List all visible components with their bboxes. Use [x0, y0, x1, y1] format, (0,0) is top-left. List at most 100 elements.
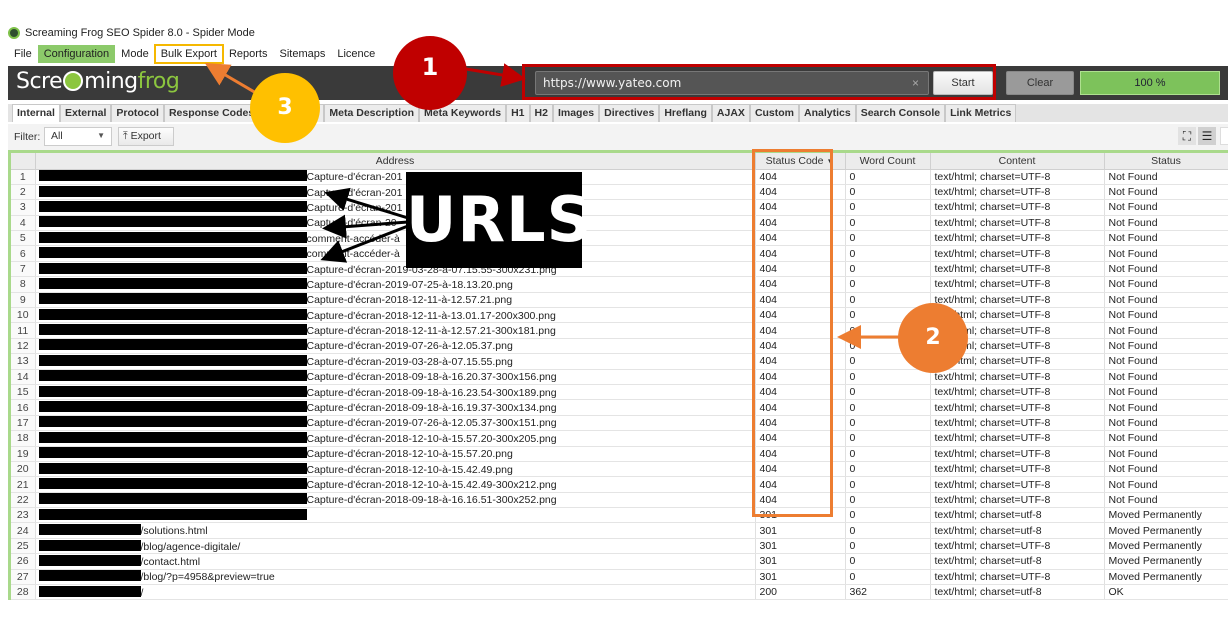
export-button[interactable]: ⤒ Export	[118, 127, 174, 146]
cell-word-count: 0	[845, 522, 931, 539]
clear-url-icon[interactable]: ×	[912, 76, 919, 90]
url-input[interactable]: https://www.yateo.com	[535, 71, 929, 95]
tab-analytics[interactable]: Analytics	[799, 104, 856, 122]
cell-content: text/html; charset=UTF-8	[930, 184, 1105, 201]
col-header-content[interactable]: Content	[930, 153, 1105, 170]
cell-word-count: 0	[845, 215, 931, 232]
table-row[interactable]: 2 Capture-d'écran-201 404 0 text/html; chars…	[11, 184, 1228, 201]
cell-address-text: Capture-d'écran-2019-07-25-à-18.13.20.pn…	[306, 278, 513, 291]
tree-view-icon[interactable]: ⛶	[1178, 127, 1196, 145]
cell-status: Moved Permanently	[1104, 569, 1228, 586]
tab-h2[interactable]: H2	[529, 104, 553, 122]
menu-file[interactable]: File	[8, 45, 38, 63]
tab-images[interactable]: Images	[552, 104, 600, 122]
col-header-status[interactable]: Status	[1104, 153, 1228, 170]
table-row[interactable]: 10 Capture-d'écran-2018-12-11-à-13.01.17-…	[11, 307, 1228, 324]
cell-status: Not Found	[1104, 415, 1228, 432]
logo-text-right: frog	[137, 69, 180, 94]
table-row[interactable]: 9 Capture-d'écran-2018-12-11-à-12.57.21.p…	[11, 292, 1228, 309]
tab-internal[interactable]: Internal	[12, 104, 60, 122]
table-row[interactable]: 21 Capture-d'écran-2018-12-10-à-15.42.49-…	[11, 476, 1228, 493]
table-row[interactable]: 20 Capture-d'écran-2018-12-10-à-15.42.49.…	[11, 461, 1228, 478]
cell-word-count: 0	[845, 446, 931, 462]
menu-reports[interactable]: Reports	[223, 45, 274, 63]
table-row[interactable]: 28 / 200 362 text/html; charset=utf-8 OK	[11, 584, 1228, 601]
tab-h1[interactable]: H1	[506, 104, 530, 122]
filter-toolbar: Filter: All ▼ ⤒ Export ⛶ ☰	[8, 124, 1228, 150]
cell-content: text/html; charset=UTF-8	[930, 538, 1105, 555]
cell-status: Not Found	[1104, 353, 1228, 370]
redacted-url-prefix	[38, 231, 307, 243]
table-row[interactable]: 5 comment-accéder-à 404 0 text/html; charset…	[11, 230, 1228, 247]
tab-link-metrics[interactable]: Link Metrics	[945, 104, 1017, 122]
redacted-url-prefix	[38, 277, 307, 289]
tab-external[interactable]: External	[59, 104, 112, 122]
cell-word-count: 0	[845, 230, 931, 247]
table-row[interactable]: 14 Capture-d'écran-2018-09-18-à-16.20.37-…	[11, 369, 1228, 385]
redacted-url-prefix	[38, 447, 307, 459]
table-row[interactable]: 13 Capture-d'écran-2019-03-28-à-07.15.55.…	[11, 353, 1228, 370]
table-row[interactable]: 1 Capture-d'écran-201 404 0 text/html; chars…	[11, 169, 1228, 185]
cell-status: Not Found	[1104, 476, 1228, 493]
row-index: 20	[11, 461, 36, 478]
menu-bar: File Configuration Mode Bulk Export Repo…	[8, 44, 381, 64]
start-button[interactable]: Start	[933, 71, 993, 95]
filter-label: Filter:	[14, 131, 41, 143]
col-header-word-count[interactable]: Word Count	[845, 153, 931, 170]
table-row[interactable]: 11 Capture-d'écran-2018-12-11-à-12.57.21-…	[11, 322, 1228, 339]
table-row[interactable]: 17 Capture-d'écran-2019-07-26-à-12.05.37-…	[11, 415, 1228, 432]
table-row[interactable]: 6 comment-accéder-à 404 0 text/html; charset…	[11, 245, 1228, 262]
redacted-url-prefix	[38, 462, 307, 474]
table-row[interactable]: 25/blog/agence-digitale/301 0 text/html; c…	[11, 538, 1228, 555]
table-row[interactable]: 3 Capture-d'écran-201 404 0 text/html; chars…	[11, 199, 1228, 216]
table-row[interactable]: 16 Capture-d'écran-2018-09-18-à-16.19.37-…	[11, 399, 1228, 416]
table-row[interactable]: 4 Capture-d'écran-20 404 0 text/html; charse…	[11, 215, 1228, 232]
table-row[interactable]: 18 Capture-d'écran-2018-12-10-à-15.57.20-…	[11, 430, 1228, 447]
tab-search-console[interactable]: Search Console	[855, 104, 946, 122]
tab-ajax[interactable]: AJAX	[711, 104, 750, 122]
cell-address: Capture-d'écran-2018-09-18-à-16.19.37-30…	[35, 399, 756, 416]
redacted-url-prefix	[38, 170, 307, 182]
filter-dropdown[interactable]: All ▼	[44, 127, 112, 146]
table-row[interactable]: 12 Capture-d'écran-2019-07-26-à-12.05.37.…	[11, 338, 1228, 355]
table-row[interactable]: 23 301 0 text/html; charset=utf-8 Moved Perm…	[11, 507, 1228, 524]
row-index: 3	[11, 199, 36, 216]
table-row[interactable]: 26/contact.html 301 0 text/html; charset=ut…	[11, 553, 1228, 570]
menu-licence[interactable]: Licence	[331, 45, 381, 63]
clear-button[interactable]: Clear	[1006, 71, 1074, 95]
row-index: 4	[11, 215, 36, 232]
table-row[interactable]: 22 Capture-d'écran-2018-09-18-à-16.16.51-…	[11, 492, 1228, 509]
menu-configuration[interactable]: Configuration	[37, 45, 116, 63]
tab-response-codes[interactable]: Response Codes	[163, 104, 260, 122]
search-input[interactable]	[1220, 127, 1228, 145]
tab-meta-description[interactable]: Meta Description	[324, 104, 420, 122]
table-row[interactable]: 15 Capture-d'écran-2018-09-18-à-16.23.54-…	[11, 384, 1228, 401]
col-header-address[interactable]: Address	[35, 153, 756, 170]
logo-text-left: Scre	[16, 69, 63, 94]
table-row[interactable]: 24/solutions.html 301 0 text/html; charset=…	[11, 522, 1228, 539]
table-row[interactable]: 8 Capture-d'écran-2019-07-25-à-18.13.20.p…	[11, 276, 1228, 293]
list-view-icon[interactable]: ☰	[1198, 127, 1216, 145]
cell-content: text/html; charset=UTF-8	[930, 276, 1105, 293]
cell-content: text/html; charset=UTF-8	[930, 446, 1105, 462]
tab-directives[interactable]: Directives	[599, 104, 660, 122]
cell-word-count: 0	[845, 553, 931, 570]
redacted-url-prefix	[38, 308, 307, 320]
cell-address-text: comment-accéder-à	[306, 248, 400, 261]
redacted-url-prefix	[38, 493, 307, 505]
tab-hreflang[interactable]: Hreflang	[659, 104, 712, 122]
tab-custom[interactable]: Custom	[749, 104, 800, 122]
redacted-url-prefix	[38, 385, 307, 397]
table-row[interactable]: 19 Capture-d'écran-2018-12-10-à-15.57.20.…	[11, 446, 1228, 462]
cell-content: text/html; charset=UTF-8	[930, 476, 1105, 493]
table-row[interactable]: 7 Capture-d'écran-2019-03-28-à-07.15.55-3…	[11, 261, 1228, 278]
menu-sitemaps[interactable]: Sitemaps	[273, 45, 331, 63]
tab-protocol[interactable]: Protocol	[111, 104, 164, 122]
cell-content: text/html; charset=UTF-8	[930, 569, 1105, 586]
table-row[interactable]: 27/blog/?p=4958&preview=true 301 0 text/htm…	[11, 569, 1228, 586]
cell-status: Moved Permanently	[1104, 507, 1228, 524]
cell-status: Not Found	[1104, 446, 1228, 462]
menu-bulk-export[interactable]: Bulk Export	[153, 44, 224, 64]
cell-address: Capture-d'écran-2018-12-10-à-15.42.49.pn…	[35, 461, 756, 478]
menu-mode[interactable]: Mode	[115, 45, 155, 63]
